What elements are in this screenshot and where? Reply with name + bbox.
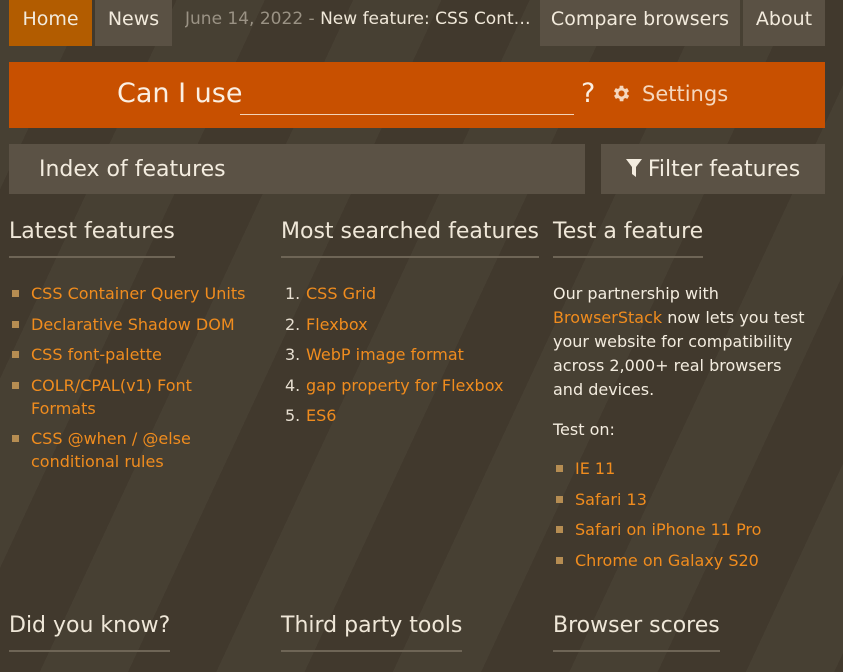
- index-of-features[interactable]: Index of features: [9, 144, 585, 194]
- list-item: CSS @when / @else conditional rules: [9, 427, 221, 473]
- third-party-tools-section: Third party tools: [281, 613, 463, 652]
- filter-features-button[interactable]: Filter features: [601, 144, 825, 194]
- list-item: 5. ES6: [281, 404, 541, 427]
- did-you-know-section: Did you know?: [9, 613, 171, 652]
- list-item: COLR/CPAL(v1) Font Formats: [9, 374, 259, 420]
- most-searched-section: Most searched features 1. CSS Grid 2. Flex…: [281, 219, 541, 435]
- test-browser-link[interactable]: Chrome on Galaxy S20: [575, 551, 759, 570]
- filter-label: Filter features: [647, 157, 801, 182]
- list-item: CSS Container Query Units: [9, 282, 259, 305]
- test-browser-link[interactable]: IE 11: [575, 459, 615, 478]
- list-item: CSS font-palette: [9, 343, 259, 366]
- did-you-know-heading: Did you know?: [9, 613, 171, 652]
- settings-button[interactable]: Settings: [611, 82, 728, 106]
- browser-scores-section: Browser scores: [553, 613, 720, 652]
- feature-link[interactable]: Declarative Shadow DOM: [31, 315, 235, 334]
- nav-compare-browsers[interactable]: Compare browsers: [540, 0, 740, 46]
- item-number: 2.: [285, 314, 301, 334]
- test-browser-list: IE 11 Safari 13 Safari on iPhone 11 Pro …: [553, 457, 815, 572]
- list-item: IE 11: [553, 457, 815, 480]
- list-item: Safari on iPhone 11 Pro: [553, 518, 815, 541]
- item-number: 4.: [285, 375, 301, 395]
- list-item: 1. CSS Grid: [281, 282, 541, 305]
- feature-link[interactable]: WebP image format: [306, 345, 464, 364]
- list-item: 4. gap property for Flexbox: [281, 374, 541, 397]
- can-i-use-label: Can I use: [117, 78, 243, 109]
- test-intro: Our partnership with BrowserStack now let…: [553, 282, 815, 402]
- list-item: Declarative Shadow DOM: [9, 313, 259, 336]
- item-number: 3.: [285, 345, 301, 364]
- test-browser-link[interactable]: Safari 13: [575, 490, 647, 509]
- feature-link[interactable]: CSS font-palette: [31, 345, 162, 364]
- list-item: Chrome on Galaxy S20: [553, 549, 815, 572]
- most-searched-list: 1. CSS Grid 2. Flexbox 3. WebP image format…: [281, 282, 541, 427]
- item-number: 1.: [285, 284, 301, 303]
- settings-label: Settings: [642, 82, 729, 106]
- top-nav: Home News June 14, 2022 - New feature: C…: [9, 0, 825, 46]
- search-input[interactable]: [240, 78, 574, 115]
- feature-link[interactable]: CSS Container Query Units: [31, 284, 245, 303]
- feature-link[interactable]: COLR/CPAL(v1) Font Formats: [31, 376, 192, 418]
- most-searched-heading: Most searched features: [281, 219, 539, 258]
- nav-home[interactable]: Home: [9, 0, 92, 46]
- search-qmark: ?: [581, 78, 596, 109]
- nav-news[interactable]: News: [95, 0, 172, 46]
- feature-link[interactable]: Flexbox: [306, 315, 368, 334]
- third-party-tools-heading: Third party tools: [281, 613, 463, 652]
- announcement-date: June 14, 2022: [185, 9, 304, 29]
- list-item: Safari 13: [553, 488, 815, 511]
- feature-link[interactable]: gap property for Flexbox: [306, 376, 503, 395]
- list-item: 2. Flexbox: [281, 313, 541, 336]
- feature-link[interactable]: CSS @when / @else conditional rules: [31, 429, 191, 471]
- latest-features-heading: Latest features: [9, 219, 175, 258]
- latest-features-list: CSS Container Query Units Declarative Sh…: [9, 282, 259, 473]
- search-bar: Can I use ? Settings: [9, 62, 825, 128]
- browserstack-link[interactable]: BrowserStack: [553, 308, 662, 327]
- announcement-title[interactable]: New feature: CSS Container Query Units: [320, 9, 533, 29]
- latest-features-section: Latest features CSS Container Query Unit…: [9, 219, 259, 481]
- gear-icon: [611, 82, 642, 106]
- test-intro-before: Our partnership with: [553, 284, 719, 303]
- test-feature-heading: Test a feature: [553, 219, 704, 258]
- browser-scores-heading: Browser scores: [553, 613, 720, 652]
- announcement-separator: -: [303, 9, 321, 29]
- nav-about[interactable]: About: [743, 0, 825, 46]
- filter-icon: [625, 157, 648, 182]
- item-number: 5.: [285, 406, 301, 425]
- test-feature-section: Test a feature Our partnership with Brows…: [553, 219, 815, 579]
- test-browser-link[interactable]: Safari on iPhone 11 Pro: [575, 520, 761, 539]
- feature-link[interactable]: ES6: [306, 406, 336, 425]
- test-on-label: Test on:: [553, 420, 615, 439]
- feature-link[interactable]: CSS Grid: [306, 284, 376, 303]
- news-announcement[interactable]: June 14, 2022 - New feature: CSS Contain…: [185, 0, 533, 46]
- list-item: 3. WebP image format: [281, 343, 541, 366]
